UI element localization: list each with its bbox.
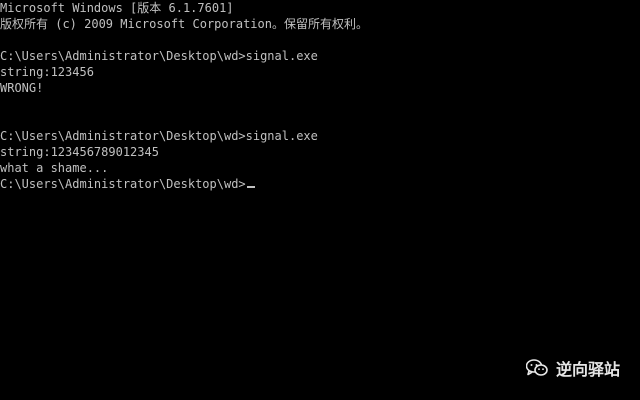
wechat-icon [525, 359, 548, 377]
watermark: 逆向驿站 [525, 356, 620, 380]
copyright-line: 版权所有 (c) 2009 Microsoft Corporation。保留所有… [0, 17, 368, 31]
output-line-2: what a shame... [0, 161, 109, 175]
command-line-2: C:\Users\Administrator\Desktop\wd>signal… [0, 129, 318, 143]
current-prompt: C:\Users\Administrator\Desktop\wd> [0, 177, 246, 191]
watermark-text: 逆向驿站 [555, 360, 620, 379]
command-prompt-console[interactable]: Microsoft Windows [版本 6.1.7601] 版权所有 (c)… [0, 0, 640, 400]
current-prompt-line[interactable]: C:\Users\Administrator\Desktop\wd> [0, 176, 640, 192]
text-cursor [246, 186, 255, 188]
output-line-1: WRONG! [0, 81, 44, 95]
os-version-line: Microsoft Windows [版本 6.1.7601] [0, 1, 234, 15]
input-line-2: string:123456789012345 [0, 145, 159, 159]
input-line-1: string:123456 [0, 65, 94, 79]
console-output: Microsoft Windows [版本 6.1.7601] 版权所有 (c)… [0, 0, 640, 192]
command-line-1: C:\Users\Administrator\Desktop\wd>signal… [0, 49, 318, 63]
